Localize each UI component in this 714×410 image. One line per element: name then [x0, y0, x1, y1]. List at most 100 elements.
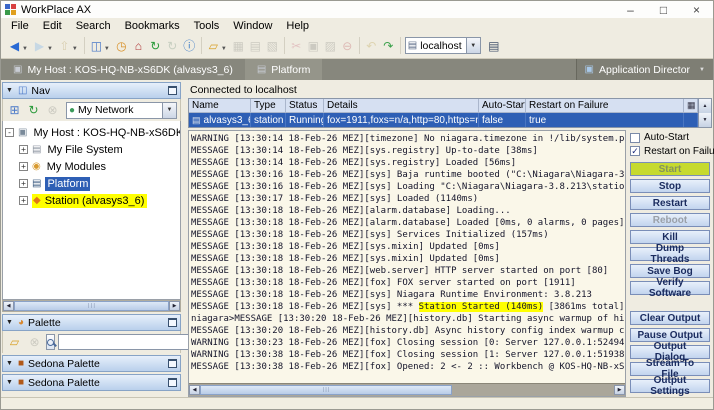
scroll-left-icon[interactable]: ◀ [189, 385, 200, 395]
nav-panel-header[interactable]: ▼ ◫ Nav [2, 82, 181, 99]
tab-my-host[interactable]: ▣ My Host : KOS-HQ-NB-xS6DK (alvasys3_6) [1, 59, 245, 80]
menu-help[interactable]: Help [279, 20, 316, 32]
panel-maximize-icon[interactable] [168, 359, 177, 368]
host-combo-caret[interactable] [465, 38, 480, 53]
expand-expander-icon[interactable]: + [19, 196, 28, 205]
back-icon[interactable]: ◀ [6, 37, 23, 54]
stream-to-file-button[interactable]: Stream To File [630, 358, 710, 380]
tree-my-file-system-icon: ▤ [32, 144, 42, 155]
back-caret-icon[interactable]: ▼ [22, 46, 28, 52]
tree-platform[interactable]: + ▤ Platform [3, 175, 180, 192]
column-header-status[interactable]: Status [286, 99, 324, 113]
column-header-name[interactable]: Name [189, 99, 251, 113]
tree-my-modules[interactable]: + ◉ My Modules [3, 158, 180, 175]
side-bars-caret-icon[interactable]: ▼ [104, 46, 110, 52]
menu-file[interactable]: File [4, 20, 36, 32]
menu-window[interactable]: Window [226, 20, 279, 32]
collapse-caret-icon[interactable]: ▼ [6, 319, 13, 326]
sedona-palette-title: Sedona Palette [27, 357, 100, 370]
copy-icon: ▣ [307, 38, 319, 53]
collapse-caret-icon[interactable]: ▼ [6, 360, 13, 367]
table-row[interactable]: ▤ alvasys3_6 station Running fox=1911,foxs=n… [189, 113, 711, 127]
scroll-left-icon[interactable]: ◀ [3, 301, 14, 311]
refresh-tree-icon[interactable]: ↻ [25, 102, 42, 119]
scroll-right-icon[interactable]: ▶ [169, 301, 180, 311]
minimize-button[interactable]: – [614, 2, 647, 18]
checkbox-auto-start[interactable]: Auto-Start [630, 132, 710, 144]
table-options-icon[interactable]: ▦ [687, 100, 696, 111]
expand-expander-icon[interactable]: + [19, 162, 28, 171]
palette-panel-header[interactable]: ▼ ◕ Palette [2, 314, 181, 331]
palette-icon: ◕ [17, 317, 24, 328]
hierarchy-icon[interactable]: ⊞ [6, 102, 23, 119]
checkbox-icon[interactable]: ✓ [630, 146, 640, 157]
pause-output-button[interactable]: Pause Output [630, 328, 710, 342]
panel-maximize-icon[interactable] [168, 86, 177, 95]
redo-icon[interactable]: ↷ [380, 37, 397, 54]
host-views-icon[interactable]: ▤ [485, 37, 503, 54]
tree-my-host[interactable]: -▣ My Host : KOS-HQ-NB-xS6DK (alvasys3_6) [3, 124, 180, 141]
info-icon[interactable]: ⓘ [181, 37, 198, 54]
expand-expander-icon[interactable]: + [19, 179, 28, 188]
save-bog-button[interactable]: Save Bog [630, 264, 710, 278]
menu-tools[interactable]: Tools [187, 20, 227, 32]
palette-search-icon[interactable] [46, 334, 55, 350]
scrollbar-thumb[interactable] [14, 301, 169, 311]
clear-output-button[interactable]: Clear Output [630, 311, 710, 325]
verify-software-button[interactable]: Verify Software [630, 277, 710, 299]
expand-expander-icon[interactable]: + [19, 145, 28, 154]
open-file-caret-icon[interactable]: ▼ [221, 46, 227, 52]
kill-button[interactable]: Kill [630, 230, 710, 244]
collapse-caret-icon[interactable]: ▼ [6, 87, 13, 94]
sedona-palette-title: Sedona Palette [27, 376, 100, 389]
log-line: MESSAGE [13:30:18 18-Feb-26 MEZ][sys] **… [191, 302, 625, 312]
host-combo[interactable]: ▤ localhost [404, 37, 481, 54]
scrollbar-thumb[interactable] [200, 385, 452, 395]
checkbox-restart-on-failure[interactable]: ✓ Restart on Failure [630, 146, 714, 158]
panel-maximize-icon[interactable] [168, 378, 177, 387]
output-dialog-button[interactable]: Output Dialog [630, 341, 710, 363]
menu-edit[interactable]: Edit [36, 20, 69, 32]
column-header-restart-on-failure[interactable]: Restart on Failure [526, 99, 684, 113]
toolbar-group: ↶ ↷ [360, 37, 401, 54]
scope-combo-value: My Network [78, 104, 134, 116]
tree-station[interactable]: + ◆ Station (alvasys3_6) [3, 192, 180, 209]
checkbox-icon[interactable] [630, 132, 640, 143]
scope-combo[interactable]: ● My Network [66, 101, 177, 119]
column-header-type[interactable]: Type [251, 99, 286, 113]
console-hscrollbar[interactable]: ◀ ▶ [189, 383, 625, 396]
stop-button[interactable]: Stop [630, 179, 710, 193]
table-scroll-down-icon[interactable]: ▼ [698, 113, 711, 127]
dump-threads-button[interactable]: Dump Threads [630, 243, 710, 265]
splitter[interactable] [181, 82, 188, 397]
open-file-icon[interactable]: ▱ [205, 37, 222, 54]
restart-button[interactable]: Restart [630, 196, 710, 210]
side-bars-icon[interactable]: ◫ [88, 37, 105, 54]
menu-bookmarks[interactable]: Bookmarks [118, 20, 187, 32]
sedona-palette-header-2[interactable]: ▼ ■ Sedona Palette [2, 374, 181, 391]
collapse-caret-icon[interactable]: ▼ [6, 379, 13, 386]
home-icon[interactable]: ⌂ [130, 37, 147, 54]
nav-tree-hscrollbar[interactable]: ◀ ▶ [2, 300, 181, 312]
refresh-icon[interactable]: ↻ [147, 37, 164, 54]
scope-combo-caret[interactable] [162, 102, 176, 118]
tree-my-file-system[interactable]: + ▤ My File System [3, 141, 180, 158]
menu-search[interactable]: Search [69, 20, 118, 32]
view-selector-dropdown[interactable]: ▣ Application Director [575, 59, 713, 80]
tree-station-icon: ◆ [33, 195, 41, 206]
open-palette-icon[interactable]: ▱ [6, 334, 23, 351]
panel-maximize-icon[interactable] [168, 318, 177, 327]
table-options-cell[interactable]: ▦ [684, 99, 698, 113]
column-header-details[interactable]: Details [324, 99, 479, 113]
output-settings-button[interactable]: Output Settings [630, 375, 710, 397]
palette-search-input[interactable] [58, 334, 196, 350]
collapse-expander-icon[interactable]: - [5, 128, 14, 137]
maximize-button[interactable]: □ [647, 2, 680, 18]
sedona-palette-header-1[interactable]: ▼ ■ Sedona Palette [2, 355, 181, 372]
column-header-auto-start[interactable]: Auto-Start [479, 99, 526, 113]
close-button[interactable]: × [680, 2, 713, 18]
recent-icon[interactable]: ◷ [113, 37, 130, 54]
scroll-right-icon[interactable]: ▶ [614, 385, 625, 395]
tab-platform[interactable]: ▤ Platform [244, 59, 323, 80]
table-scroll-up-icon[interactable]: ▲ [698, 99, 711, 113]
